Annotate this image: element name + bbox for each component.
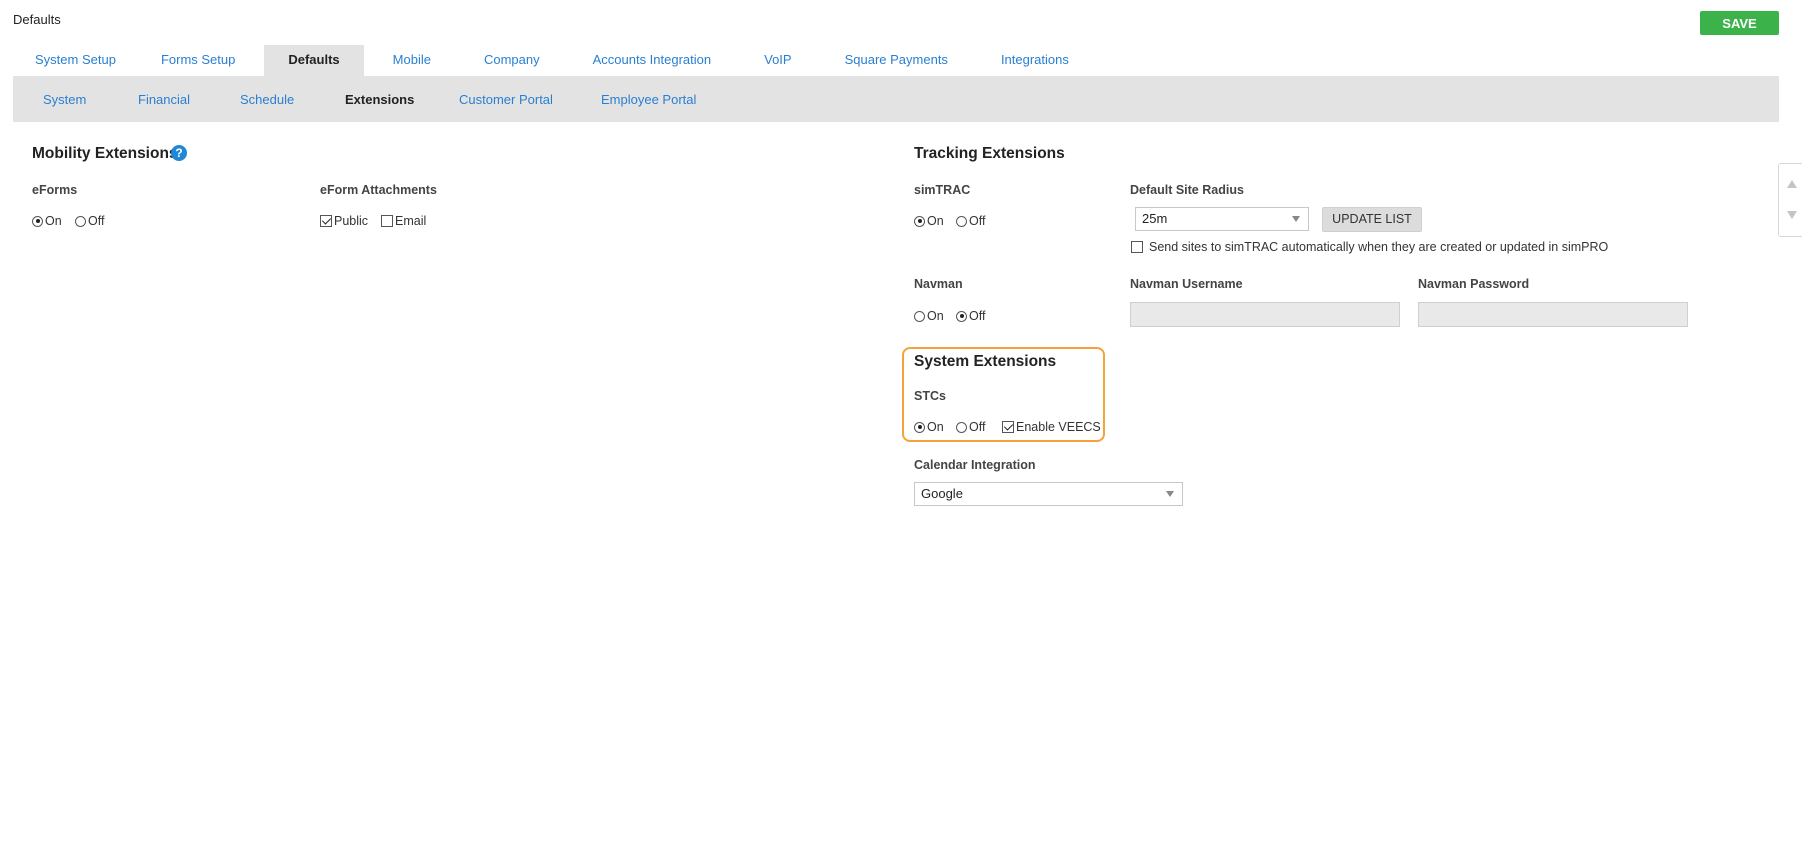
system-extensions-heading: System Extensions	[914, 353, 1057, 370]
radio-checked-icon	[914, 421, 925, 433]
navman-password-label: Navman Password	[1418, 277, 1530, 291]
calendar-integration-select[interactable]: Google	[914, 482, 1183, 506]
tab-accounts-integration[interactable]: Accounts Integration	[563, 45, 735, 76]
stcs-on-radio[interactable]: On	[914, 420, 944, 434]
checkbox-unchecked-icon	[1131, 241, 1143, 253]
radio-checked-icon	[956, 310, 967, 322]
radio-unchecked-icon	[75, 215, 86, 227]
sub-tab-customer-portal[interactable]: Customer Portal	[459, 92, 607, 107]
eforms-off-radio[interactable]: Off	[75, 214, 104, 228]
chevron-down-icon	[1292, 216, 1300, 222]
tab-mobile[interactable]: Mobile	[364, 45, 454, 76]
page-title: Defaults	[13, 12, 61, 27]
tab-integrations[interactable]: Integrations	[971, 45, 1092, 76]
save-button[interactable]: SAVE	[1700, 11, 1779, 35]
scroll-down-icon[interactable]	[1787, 211, 1797, 219]
scroll-widget[interactable]	[1778, 163, 1802, 237]
stcs-off-radio[interactable]: Off	[956, 420, 985, 434]
sub-tab-system[interactable]: System	[43, 92, 140, 107]
navman-password-input[interactable]	[1418, 302, 1688, 327]
calendar-integration-label: Calendar Integration	[914, 458, 1036, 472]
tab-defaults[interactable]: Defaults	[264, 45, 364, 76]
tab-square-payments[interactable]: Square Payments	[815, 45, 971, 76]
attachments-email-checkbox[interactable]: Email	[381, 214, 426, 228]
checkbox-checked-icon	[320, 215, 332, 227]
navman-label: Navman	[914, 277, 963, 291]
navman-off-radio[interactable]: Off	[956, 309, 985, 323]
tab-voip[interactable]: VoIP	[734, 45, 814, 76]
help-icon[interactable]: ?	[171, 145, 187, 161]
attachments-public-checkbox[interactable]: Public	[320, 214, 368, 228]
sub-tab-extensions[interactable]: Extensions	[345, 92, 468, 107]
simtrac-off-radio[interactable]: Off	[956, 214, 985, 228]
simtrac-on-radio[interactable]: On	[914, 214, 944, 228]
scroll-up-icon[interactable]	[1787, 180, 1797, 188]
navman-username-label: Navman Username	[1130, 277, 1243, 291]
checkbox-checked-icon	[1002, 421, 1014, 433]
eforms-label: eForms	[32, 183, 78, 197]
tab-system-setup[interactable]: System Setup	[13, 45, 138, 76]
radio-checked-icon	[914, 215, 925, 227]
checkbox-unchecked-icon	[381, 215, 393, 227]
main-tabs: System Setup Forms Setup Defaults Mobile…	[13, 45, 1092, 76]
chevron-down-icon	[1166, 491, 1174, 497]
tab-forms-setup[interactable]: Forms Setup	[138, 45, 264, 76]
enable-veecs-checkbox[interactable]: Enable VEECS	[1002, 420, 1101, 434]
navman-username-input[interactable]	[1130, 302, 1400, 327]
radio-unchecked-icon	[914, 310, 925, 322]
update-list-button[interactable]: UPDATE LIST	[1322, 207, 1422, 232]
tab-company[interactable]: Company	[454, 45, 563, 76]
radio-unchecked-icon	[956, 421, 967, 433]
sub-tab-schedule[interactable]: Schedule	[240, 92, 348, 107]
site-radius-select[interactable]: 25m	[1135, 207, 1309, 231]
sub-tab-financial[interactable]: Financial	[138, 92, 244, 107]
mobility-extensions-heading: Mobility Extensions	[32, 145, 178, 162]
radio-unchecked-icon	[956, 215, 967, 227]
send-sites-checkbox[interactable]: Send sites to simTRAC automatically when…	[1131, 240, 1608, 254]
navman-on-radio[interactable]: On	[914, 309, 944, 323]
radio-checked-icon	[32, 215, 43, 227]
default-site-radius-label: Default Site Radius	[1130, 183, 1244, 197]
eforms-on-radio[interactable]: On	[32, 214, 62, 228]
tracking-extensions-heading: Tracking Extensions	[914, 145, 1065, 162]
eform-attachments-label: eForm Attachments	[320, 183, 437, 197]
stcs-label: STCs	[914, 389, 946, 403]
sub-tab-employee-portal[interactable]: Employee Portal	[601, 92, 750, 107]
simtrac-label: simTRAC	[914, 183, 971, 197]
